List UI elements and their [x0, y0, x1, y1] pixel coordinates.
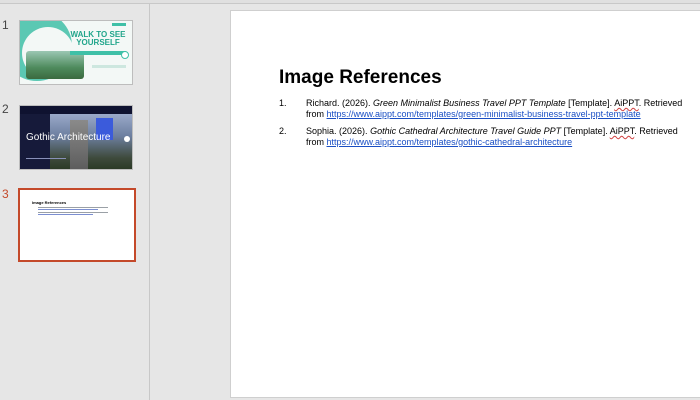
- reference-type: [Template].: [568, 98, 613, 108]
- slide-number-1: 1: [2, 18, 9, 32]
- slide-thumbnail-3[interactable]: Image References: [18, 188, 136, 262]
- slide-thumbnail-pane[interactable]: 1 WALK TO SEE YOURSELF 2 Gothic Architec…: [0, 4, 150, 400]
- reference-from: from: [306, 109, 324, 119]
- reference-publisher: AiPPT: [614, 98, 639, 108]
- thumbnail-title: Image References: [32, 200, 67, 205]
- reference-work-title: Gothic Cathedral Architecture Travel Gui…: [370, 126, 562, 136]
- slide-number-2: 2: [2, 102, 9, 116]
- reference-url-link[interactable]: https://www.aippt.com/templates/green-mi…: [327, 109, 641, 119]
- reference-from: from: [306, 137, 324, 147]
- reference-item[interactable]: 2. Sophia. (2026). Gothic Cathedral Arch…: [279, 126, 689, 148]
- reference-author: Sophia. (2026).: [306, 126, 368, 136]
- slide-thumbnail-2[interactable]: Gothic Architecture: [19, 105, 133, 170]
- slide-thumbnail-1[interactable]: WALK TO SEE YOURSELF: [19, 20, 133, 85]
- slide-number-3: 3: [2, 187, 9, 201]
- reference-list[interactable]: 1. Richard. (2026). Green Minimalist Bus…: [279, 98, 689, 154]
- reference-type: [Template].: [563, 126, 608, 136]
- slide-canvas[interactable]: Image References 1. Richard. (2026). Gre…: [230, 10, 700, 398]
- reference-author: Richard. (2026).: [306, 98, 371, 108]
- reference-retrieved: . Retrieved: [634, 126, 678, 136]
- reference-publisher: AiPPT: [609, 126, 635, 136]
- reference-number: 1.: [279, 98, 287, 108]
- thumbnail-title: Gothic Architecture: [26, 132, 111, 143]
- reference-retrieved: . Retrieved: [638, 98, 683, 108]
- thumbnail-title: WALK TO SEE YOURSELF: [70, 30, 126, 47]
- reference-url-link[interactable]: https://www.aippt.com/templates/gothic-c…: [327, 137, 573, 147]
- reference-item[interactable]: 1. Richard. (2026). Green Minimalist Bus…: [279, 98, 689, 120]
- reference-work-title: Green Minimalist Business Travel PPT Tem…: [373, 98, 566, 108]
- reference-number: 2.: [279, 126, 287, 136]
- slide-title[interactable]: Image References: [279, 67, 442, 89]
- tower-shape: [70, 120, 88, 169]
- landscape-photo: [26, 51, 84, 79]
